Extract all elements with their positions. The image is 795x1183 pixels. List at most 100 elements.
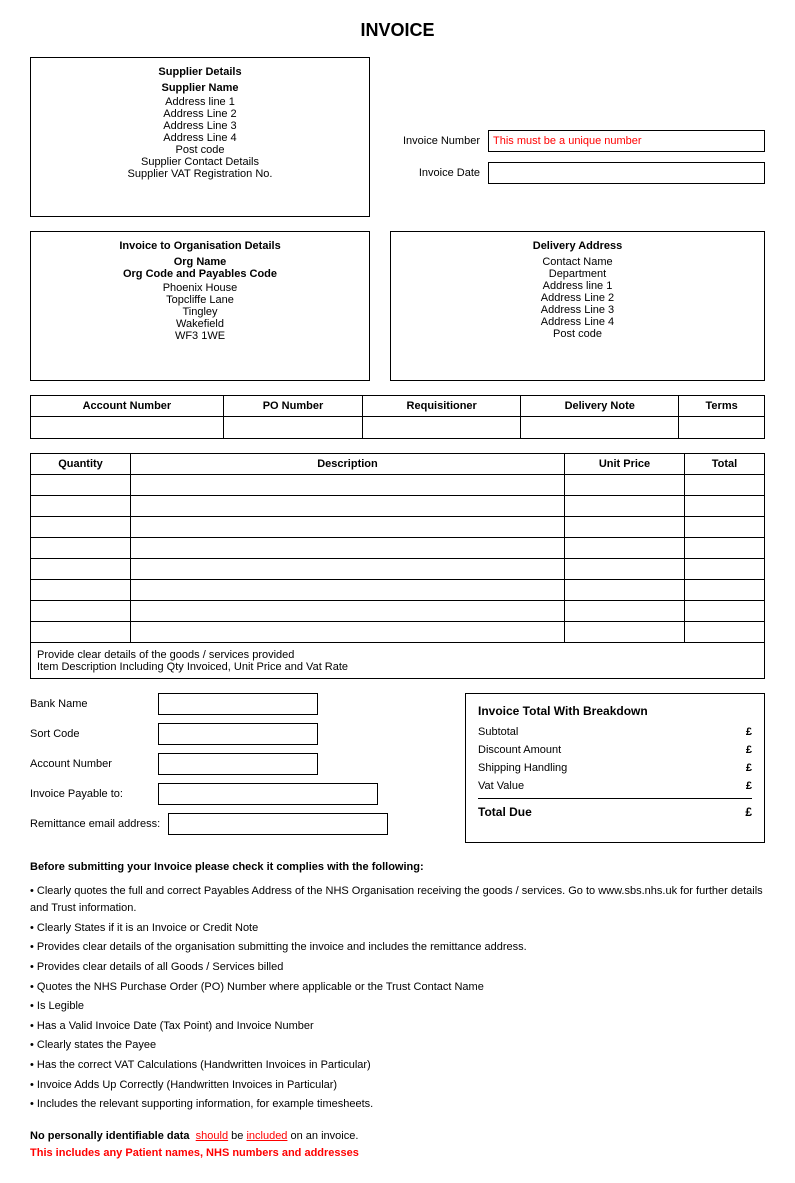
order-po-cell[interactable]	[223, 417, 362, 439]
totals-shipping-row: Shipping Handling £	[478, 762, 752, 774]
totals-total-row: Total Due £	[478, 798, 752, 819]
bank-name-row: Bank Name	[30, 693, 445, 715]
supplier-address-1: Address line 1	[41, 96, 359, 108]
org-address-3: Tingley	[41, 306, 359, 318]
remittance-row: Remittance email address:	[30, 813, 445, 835]
shipping-symbol: £	[746, 762, 752, 774]
item-row-1	[31, 475, 765, 496]
items-footer-desc-including: Including	[120, 661, 164, 673]
payable-to-input[interactable]	[158, 783, 378, 805]
discount-symbol: £	[746, 744, 752, 756]
totals-vat-row: Vat Value £	[478, 780, 752, 792]
item-row-3	[31, 517, 765, 538]
checklist-item-7: • Clearly states the Payee	[30, 1037, 765, 1055]
account-number-label: Account Number	[30, 758, 150, 770]
footer-should: should	[196, 1130, 228, 1142]
checklist-item-5: • Is Legible	[30, 998, 765, 1016]
page-title: INVOICE	[30, 20, 765, 41]
account-number-input[interactable]	[158, 753, 318, 775]
discount-label: Discount Amount	[478, 744, 561, 756]
order-col-po: PO Number	[223, 396, 362, 417]
checklist-item-6: • Has a Valid Invoice Date (Tax Point) a…	[30, 1018, 765, 1036]
delivery-addr-1: Address line 1	[401, 280, 754, 292]
delivery-addr-3: Address Line 3	[401, 304, 754, 316]
items-footer-desc-start: Item Description	[37, 661, 116, 673]
items-footer-row: Provide clear details of the goods / ser…	[31, 643, 765, 679]
remittance-label: Remittance email address:	[30, 818, 160, 830]
footer-warning: No personally identifiable data should b…	[30, 1128, 765, 1163]
footer-on-invoice: on an invoice.	[291, 1130, 359, 1142]
footer-bold-black: No personally identifiable data	[30, 1130, 190, 1142]
footer-included: included	[246, 1130, 287, 1142]
supplier-header: Supplier Details	[41, 66, 359, 78]
total-label: Total Due	[478, 805, 532, 819]
item-row-5	[31, 559, 765, 580]
checklist-item-0: • Clearly quotes the full and correct Pa…	[30, 883, 765, 918]
org-name: Org Name	[41, 256, 359, 268]
item-row-8	[31, 622, 765, 643]
shipping-label: Shipping Handling	[478, 762, 567, 774]
supplier-address-2: Address Line 2	[41, 108, 359, 120]
items-footer-line1: Provide clear details of the goods / ser…	[37, 649, 758, 661]
org-address-1: Phoenix House	[41, 282, 359, 294]
invoice-number-input[interactable]: This must be a unique number	[488, 130, 765, 152]
supplier-contact: Supplier Contact Details	[41, 156, 359, 168]
invoice-date-label: Invoice Date	[390, 167, 480, 179]
item-row-2	[31, 496, 765, 517]
order-req-cell[interactable]	[363, 417, 521, 439]
order-col-account: Account Number	[31, 396, 224, 417]
item-row-6	[31, 580, 765, 601]
order-delivery-cell[interactable]	[521, 417, 679, 439]
org-header: Invoice to Organisation Details	[41, 240, 359, 252]
supplier-box: Supplier Details Supplier Name Address l…	[30, 57, 370, 217]
total-symbol: £	[745, 805, 752, 819]
supplier-address-4: Address Line 4	[41, 132, 359, 144]
order-account-cell[interactable]	[31, 417, 224, 439]
footer-line1: No personally identifiable data should b…	[30, 1128, 765, 1146]
org-postcode: WF3 1WE	[41, 330, 359, 342]
items-footer-line2: Item Description Including Qty Invoiced,…	[37, 661, 758, 673]
subtotal-symbol: £	[746, 726, 752, 738]
invoice-fields: Invoice Number This must be a unique num…	[390, 57, 765, 217]
supplier-name: Supplier Name	[41, 82, 359, 94]
org-address-4: Wakefield	[41, 318, 359, 330]
footer-be: be	[231, 1130, 246, 1142]
payable-to-row: Invoice Payable to:	[30, 783, 445, 805]
invoice-number-label: Invoice Number	[390, 135, 480, 147]
totals-section: Invoice Total With Breakdown Subtotal £ …	[465, 693, 765, 843]
invoice-date-row: Invoice Date	[390, 162, 765, 184]
org-address-2: Topcliffe Lane	[41, 294, 359, 306]
items-footer-desc-end: Qty Invoiced, Unit Price and Vat Rate	[167, 661, 348, 673]
account-number-row: Account Number	[30, 753, 445, 775]
delivery-addr-4: Address Line 4	[401, 316, 754, 328]
bottom-section: Bank Name Sort Code Account Number Invoi…	[30, 693, 765, 843]
order-terms-cell[interactable]	[679, 417, 765, 439]
totals-subtotal-row: Subtotal £	[478, 726, 752, 738]
org-box: Invoice to Organisation Details Org Name…	[30, 231, 370, 381]
org-code: Org Code and Payables Code	[41, 268, 359, 280]
delivery-contact: Contact Name	[401, 256, 754, 268]
invoice-date-input[interactable]	[488, 162, 765, 184]
invoice-number-row: Invoice Number This must be a unique num…	[390, 130, 765, 152]
delivery-header: Delivery Address	[401, 240, 754, 252]
checklist-item-2: • Provides clear details of the organisa…	[30, 939, 765, 957]
bank-name-input[interactable]	[158, 693, 318, 715]
delivery-box: Delivery Address Contact Name Department…	[390, 231, 765, 381]
invoice-number-placeholder: This must be a unique number	[493, 135, 642, 147]
delivery-addr-2: Address Line 2	[401, 292, 754, 304]
checklist-intro: Before submitting your Invoice please ch…	[30, 859, 765, 877]
sort-code-label: Sort Code	[30, 728, 150, 740]
checklist-item-3: • Provides clear details of all Goods / …	[30, 959, 765, 977]
footer-line2: This includes any Patient names, NHS num…	[30, 1145, 765, 1163]
sort-code-row: Sort Code	[30, 723, 445, 745]
sort-code-input[interactable]	[158, 723, 318, 745]
supplier-address-3: Address Line 3	[41, 120, 359, 132]
bank-section: Bank Name Sort Code Account Number Invoi…	[30, 693, 445, 843]
remittance-input[interactable]	[168, 813, 388, 835]
item-row-4	[31, 538, 765, 559]
delivery-postcode: Post code	[401, 328, 754, 340]
checklist-section: Before submitting your Invoice please ch…	[30, 859, 765, 1114]
order-row	[31, 417, 765, 439]
vat-symbol: £	[746, 780, 752, 792]
order-col-req: Requisitioner	[363, 396, 521, 417]
